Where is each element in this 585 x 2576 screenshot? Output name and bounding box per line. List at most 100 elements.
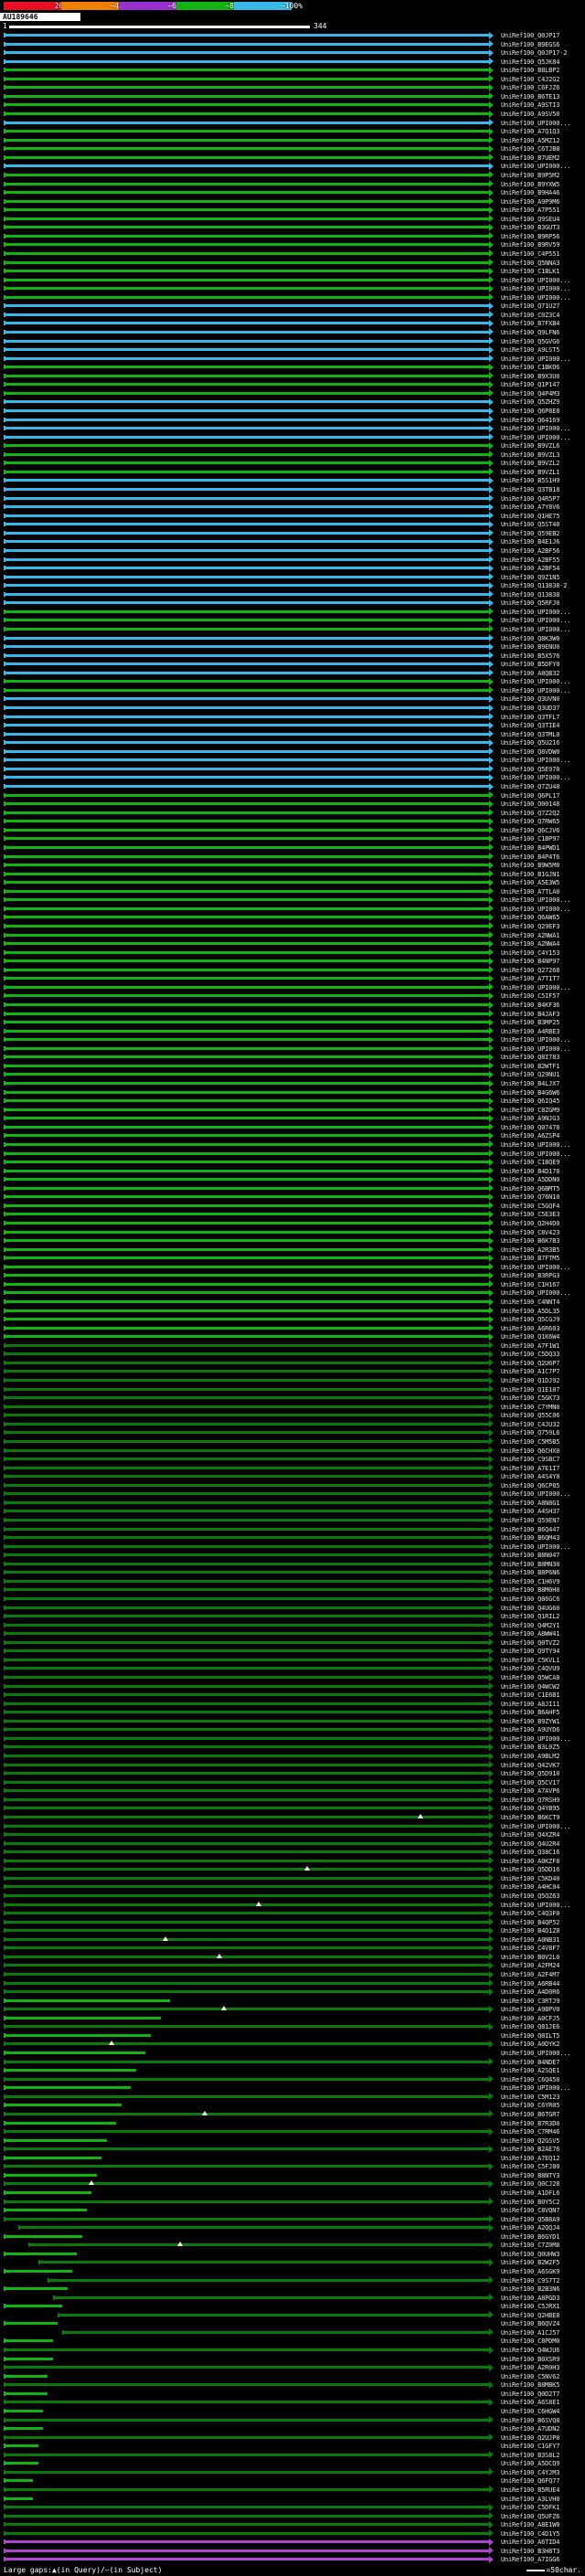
hit-label[interactable]: UniRef100_B2AE76 [501, 2146, 559, 2153]
hit-label[interactable]: UniRef100_A2BF54 [501, 565, 559, 572]
hit-label[interactable]: UniRef100_B7R3D0 [501, 2120, 559, 2127]
hit-alignment-line[interactable] [4, 758, 489, 762]
hit-label[interactable]: UniRef100_Q4WCW2 [501, 1683, 559, 1691]
hit-alignment-line[interactable] [4, 374, 489, 377]
hit-label[interactable]: UniRef100_Q5B8A9 [501, 2216, 559, 2223]
hit-label[interactable]: UniRef100_Q4WJU6 [501, 2347, 559, 2354]
hit-label[interactable]: UniRef100_UPI000... [501, 285, 570, 292]
hit-alignment-line[interactable] [4, 243, 489, 247]
hit-label[interactable]: UniRef100_B9VZL3 [501, 451, 559, 459]
hit-label[interactable]: UniRef100_B4P4T6 [501, 853, 559, 861]
hit-alignment-line[interactable] [4, 1396, 489, 1400]
hit-alignment-line[interactable] [4, 260, 489, 264]
hit-alignment-line[interactable] [4, 1108, 489, 1111]
hit-alignment-line[interactable] [4, 2339, 53, 2343]
hit-alignment-line[interactable] [4, 1955, 489, 1958]
hit-label[interactable]: UniRef100_Q59EN7 [501, 1517, 559, 1524]
hit-label[interactable]: UniRef100_Q6IQ45 [501, 1097, 559, 1105]
hit-alignment-line[interactable] [4, 636, 489, 640]
hit-alignment-line[interactable] [4, 1169, 489, 1172]
hit-alignment-line[interactable] [4, 51, 489, 55]
hit-label[interactable]: UniRef100_C4Y153 [501, 949, 559, 957]
hit-label[interactable]: UniRef100_Q5CGJ9 [501, 1316, 559, 1323]
hit-alignment-line[interactable] [4, 916, 489, 919]
hit-label[interactable]: UniRef100_C4JU32 [501, 1421, 559, 1428]
hit-alignment-line[interactable] [4, 2182, 489, 2186]
hit-label[interactable]: UniRef100_C5GQF4 [501, 1203, 559, 1210]
hit-alignment-line[interactable] [4, 881, 489, 885]
hit-label[interactable]: UniRef100_A7UDN2 [501, 2425, 559, 2433]
hit-label[interactable]: UniRef100_Q1E107 [501, 1386, 559, 1394]
hit-alignment-line[interactable] [4, 505, 489, 509]
hit-label[interactable]: UniRef100_A0NB31 [501, 1936, 559, 1944]
hit-alignment-line[interactable] [4, 1885, 489, 1889]
hit-label[interactable]: UniRef100_C8ZGM9 [501, 1107, 559, 1114]
hit-alignment-line[interactable] [4, 2531, 489, 2535]
hit-label[interactable]: UniRef100_B6SVQ8 [501, 2417, 559, 2424]
hit-alignment-line[interactable] [4, 2409, 43, 2412]
hit-alignment-line[interactable] [4, 820, 489, 823]
hit-alignment-line[interactable] [4, 1483, 489, 1487]
hit-alignment-line[interactable] [4, 898, 489, 902]
hit-label[interactable]: UniRef100_C0Z3C4 [501, 312, 559, 319]
hit-alignment-line[interactable] [4, 461, 489, 465]
hit-alignment-line[interactable] [4, 287, 489, 291]
hit-alignment-line[interactable] [4, 575, 489, 578]
hit-label[interactable]: UniRef100_A7T1T7 [501, 975, 559, 982]
hit-alignment-line[interactable] [4, 2453, 489, 2456]
hit-label[interactable]: UniRef100_UPI000... [501, 1490, 570, 1498]
hit-label[interactable]: UniRef100_UPI000... [501, 2084, 570, 2092]
hit-label[interactable]: UniRef100_B3H8T3 [501, 2548, 559, 2555]
hit-label[interactable]: UniRef100_A6R603 [501, 1325, 559, 1332]
hit-alignment-line[interactable] [4, 1422, 489, 1426]
hit-label[interactable]: UniRef100_Q13838-2 [501, 582, 567, 589]
hit-alignment-line[interactable] [4, 889, 489, 893]
hit-alignment-line[interactable] [57, 2313, 489, 2316]
hit-label[interactable]: UniRef100_Q6AW65 [501, 914, 559, 921]
hit-alignment-line[interactable] [4, 523, 489, 526]
hit-label[interactable]: UniRef100_Q1P147 [501, 381, 559, 388]
hit-alignment-line[interactable] [4, 584, 489, 588]
hit-label[interactable]: UniRef100_A2F4M7 [501, 1971, 559, 1978]
hit-label[interactable]: UniRef100_C9S7T2 [501, 2277, 559, 2284]
hit-label[interactable]: UniRef100_B6GYD1 [501, 2233, 559, 2241]
hit-alignment-line[interactable] [4, 557, 489, 561]
hit-label[interactable]: UniRef100_Q3TFL7 [501, 714, 559, 721]
hit-alignment-line[interactable] [4, 653, 489, 657]
hit-label[interactable]: UniRef100_UPI000... [501, 294, 570, 302]
hit-label[interactable]: UniRef100_A8N8G1 [501, 1500, 559, 1507]
hit-label[interactable]: UniRef100_C5GK73 [501, 1394, 559, 1402]
hit-label[interactable]: UniRef100_C5FJ80 [501, 2163, 559, 2170]
hit-label[interactable]: UniRef100_B4D1Z8 [501, 1927, 559, 1935]
hit-alignment-line[interactable] [4, 1964, 489, 1967]
hit-label[interactable]: UniRef100_UPI000... [501, 1045, 570, 1053]
hit-label[interactable]: UniRef100_B0Y5C2 [501, 2199, 559, 2206]
hit-label[interactable]: UniRef100_B4NDE7 [501, 2059, 559, 2066]
hit-alignment-line[interactable] [4, 1012, 489, 1015]
hit-alignment-line[interactable] [4, 802, 489, 806]
hit-alignment-line[interactable] [4, 1789, 489, 1793]
hit-alignment-line[interactable] [4, 2217, 489, 2221]
hit-alignment-line[interactable] [4, 1998, 171, 2002]
hit-label[interactable]: UniRef100_A5DDN0 [501, 1176, 559, 1183]
hit-label[interactable]: UniRef100_C1H167 [501, 1281, 559, 1288]
hit-alignment-line[interactable] [4, 1658, 489, 1661]
hit-label[interactable]: UniRef100_Q5WCA8 [501, 1674, 559, 1681]
hit-alignment-line[interactable] [4, 1544, 489, 1548]
hit-alignment-line[interactable] [4, 2190, 92, 2194]
hit-label[interactable]: UniRef100_Q64169 [501, 417, 559, 424]
hit-alignment-line[interactable] [4, 1309, 489, 1312]
hit-alignment-line[interactable] [4, 1876, 489, 1880]
hit-alignment-line[interactable] [4, 2506, 489, 2509]
hit-alignment-line[interactable] [4, 1475, 489, 1479]
hit-label[interactable]: UniRef100_A6ZSP4 [501, 1132, 559, 1140]
hit-alignment-line[interactable] [4, 1046, 489, 1050]
hit-label[interactable]: UniRef100_Q0JP17 [501, 32, 559, 39]
hit-alignment-line[interactable] [4, 601, 489, 605]
hit-alignment-line[interactable] [4, 2357, 53, 2360]
hit-alignment-line[interactable] [4, 785, 489, 789]
hit-label[interactable]: UniRef100_C1BQE9 [501, 1159, 559, 1166]
hit-label[interactable]: UniRef100_C5DFK1 [501, 2504, 559, 2511]
hit-label[interactable]: UniRef100_B5S1H9 [501, 477, 559, 484]
hit-label[interactable]: UniRef100_A9P9M6 [501, 198, 559, 206]
